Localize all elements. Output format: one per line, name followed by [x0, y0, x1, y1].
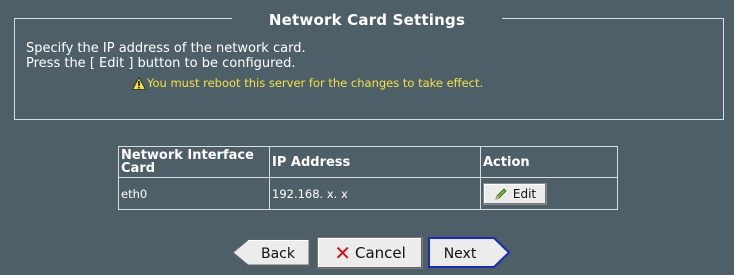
table-row: eth0 192.168. x. x Edit — [118, 177, 618, 210]
header-action: Action — [480, 146, 618, 178]
action-cell: Edit — [480, 177, 618, 210]
reboot-warning: You must reboot this server for the chan… — [132, 75, 483, 91]
back-button[interactable]: Back — [232, 239, 310, 266]
warning-icon — [132, 76, 146, 90]
table-header-row: Network Interface Card IP Address Action — [118, 146, 618, 178]
edit-button[interactable]: Edit — [483, 182, 547, 205]
back-label: Back — [261, 246, 296, 262]
warning-text: You must reboot this server for the chan… — [147, 76, 484, 90]
instruction-line-2: Press the [ Edit ] button to be configur… — [26, 56, 296, 71]
section-title: Network Card Settings — [232, 10, 502, 30]
header-nic: Network Interface Card — [118, 146, 270, 178]
ip-cell: 192.168. x. x — [269, 177, 481, 210]
next-label: Next — [444, 246, 477, 262]
next-button[interactable]: Next — [428, 237, 510, 268]
x-icon: ✕ — [334, 241, 351, 265]
instruction-line-1: Specify the IP address of the network ca… — [26, 41, 306, 56]
nic-table: Network Interface Card IP Address Action… — [118, 146, 618, 210]
nic-cell: eth0 — [118, 177, 270, 210]
edit-label: Edit — [512, 186, 537, 201]
pencil-icon — [495, 187, 507, 200]
cancel-label: Cancel — [354, 244, 406, 262]
cancel-button[interactable]: ✕ Cancel — [317, 237, 423, 269]
header-ip: IP Address — [269, 146, 481, 178]
